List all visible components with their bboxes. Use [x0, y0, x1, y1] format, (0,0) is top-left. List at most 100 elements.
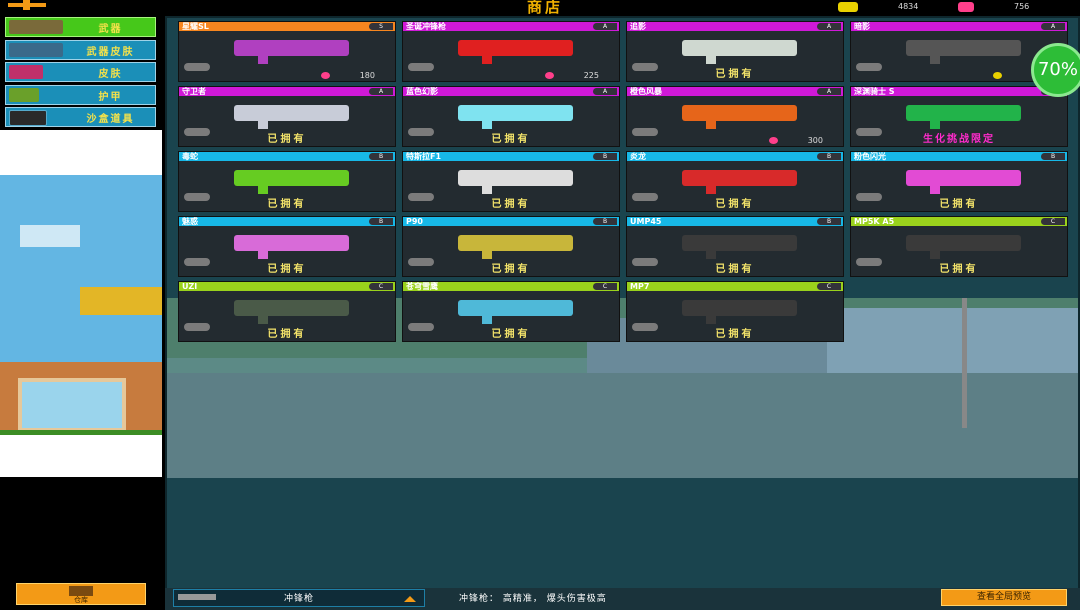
item-price: 225	[544, 71, 599, 80]
item-card[interactable]: 星耀SL S 180	[178, 21, 396, 82]
item-card[interactable]: 苍穹雪鹰 C 已拥有	[402, 281, 620, 342]
item-card[interactable]: P90 B 已拥有	[402, 216, 620, 277]
progress-badge[interactable]: 70%	[1031, 43, 1080, 97]
gun-image	[682, 170, 797, 194]
item-card[interactable]: 毒蛇 B 已拥有	[178, 151, 396, 212]
menu-item-label: 护甲	[98, 91, 123, 103]
item-card[interactable]: 魅惑 B 已拥有	[178, 216, 396, 277]
menu-item-skins[interactable]: 皮肤	[5, 62, 156, 82]
item-card[interactable]: UMP45 B 已拥有	[626, 216, 844, 277]
item-name: 星耀SL	[179, 22, 395, 31]
menu-item-label: 沙盒道具	[86, 114, 135, 125]
gem-amount: 756	[1014, 2, 1030, 11]
item-price: 300	[768, 136, 823, 145]
gun-image	[458, 235, 573, 259]
item-name: 蓝色幻影	[403, 87, 619, 96]
grade-badge: A	[817, 88, 841, 95]
weapon-type-description: 冲锋枪： 高精准， 爆头伤害极高	[459, 594, 607, 604]
gun-image	[458, 300, 573, 324]
view-all-button[interactable]: 查看全局预览	[941, 589, 1067, 606]
grade-badge: B	[817, 153, 841, 160]
gun-image	[682, 235, 797, 259]
menu-item-sandbox[interactable]: 沙盒道具	[5, 107, 156, 127]
item-name: MP7	[627, 282, 843, 291]
gun-image	[906, 105, 1021, 129]
price-value: 180	[359, 71, 375, 80]
repository-button[interactable]: 仓库	[16, 583, 146, 605]
item-card[interactable]: MP5K A5 C 已拥有	[850, 216, 1068, 277]
grade-badge: B	[593, 153, 617, 160]
item-card[interactable]: 追影 A 已拥有	[626, 21, 844, 82]
grade-badge: B	[593, 218, 617, 225]
grade-badge: C	[817, 283, 841, 290]
menu-item-weapons[interactable]: 武器	[5, 17, 156, 37]
gem-icon	[958, 1, 974, 12]
gold-currency[interactable]: 4834	[838, 1, 918, 13]
gun-image	[234, 40, 349, 64]
menu-item-label: 武器	[98, 24, 123, 35]
bottom-bar: 冲锋枪 冲锋枪： 高精准， 爆头伤害极高 查看全局预览	[165, 588, 1080, 610]
back-button[interactable]	[8, 0, 46, 10]
item-status: 已拥有	[715, 69, 755, 80]
level-icon	[184, 63, 210, 71]
grade-badge: A	[593, 23, 617, 30]
gem-icon	[768, 137, 778, 144]
armor-icon	[9, 87, 39, 102]
gun-image	[906, 170, 1021, 194]
scene-road	[167, 373, 1078, 478]
menu-item-weapon-skins[interactable]: 武器皮肤	[5, 39, 156, 60]
item-status: 已拥有	[267, 199, 307, 210]
gem-icon	[544, 72, 554, 79]
item-name: 暗影	[851, 22, 1067, 31]
weapon-type-selector[interactable]: 冲锋枪	[173, 589, 425, 607]
price-value: 225	[583, 71, 599, 80]
item-name: P90	[403, 217, 619, 226]
item-card[interactable]: MP7 C 已拥有	[626, 281, 844, 342]
category-menu: 武器 武器皮肤 皮肤 护甲 沙盒道具	[5, 17, 156, 130]
item-name: 毒蛇	[179, 152, 395, 161]
background-scene	[0, 130, 162, 477]
top-bar: 商店 4834 756	[0, 0, 1080, 16]
grade-badge: C	[593, 283, 617, 290]
grade-badge: C	[1041, 218, 1065, 225]
item-name: MP5K A5	[851, 217, 1067, 226]
repository-icon	[69, 586, 93, 596]
gold-amount: 4834	[898, 2, 919, 11]
repository-label: 仓库	[74, 596, 88, 604]
shop-panel: 星耀SLS180圣诞冲锋枪A225追影A已拥有暗影A180守卫者A已拥有蓝色幻影…	[165, 16, 1080, 610]
item-card[interactable]: 橙色风暴 A 300	[626, 86, 844, 147]
item-name: 特斯拉F1	[403, 152, 619, 161]
item-name: UZI	[179, 282, 395, 291]
gun-image	[682, 300, 797, 324]
item-status: 已拥有	[715, 199, 755, 210]
level-icon	[632, 128, 658, 136]
menu-item-armor[interactable]: 护甲	[5, 84, 156, 105]
gun-image	[234, 300, 349, 324]
item-card[interactable]: 圣诞冲锋枪 A 225	[402, 21, 620, 82]
item-name: 追影	[627, 22, 843, 31]
gun-image	[458, 40, 573, 64]
item-status: 已拥有	[491, 329, 531, 340]
item-card[interactable]: 守卫者 A 已拥有	[178, 86, 396, 147]
item-status: 已拥有	[267, 329, 307, 340]
grade-badge: A	[369, 88, 393, 95]
item-status: 已拥有	[491, 199, 531, 210]
item-card[interactable]: 特斯拉F1 B 已拥有	[402, 151, 620, 212]
scene-pole	[962, 298, 967, 428]
item-card[interactable]: 蓝色幻影 A 已拥有	[402, 86, 620, 147]
item-card[interactable]: 深渊骑士 SA生化挑战限定	[850, 86, 1068, 147]
gold-coin-icon	[992, 72, 1002, 79]
item-card[interactable]: 炎龙 B 已拥有	[626, 151, 844, 212]
scene-cloud	[20, 225, 80, 247]
item-status: 已拥有	[491, 134, 531, 145]
item-card[interactable]: UZI C 已拥有	[178, 281, 396, 342]
gun-image	[458, 105, 573, 129]
scene-ground	[0, 430, 162, 435]
gem-currency[interactable]: 756	[958, 1, 1029, 13]
item-name: UMP45	[627, 217, 843, 226]
grade-badge: S	[369, 23, 393, 30]
item-status: 已拥有	[939, 264, 979, 275]
weapon-skin-icon	[9, 42, 63, 57]
item-status: 已拥有	[715, 329, 755, 340]
item-card[interactable]: 粉色闪光 B 已拥有	[850, 151, 1068, 212]
